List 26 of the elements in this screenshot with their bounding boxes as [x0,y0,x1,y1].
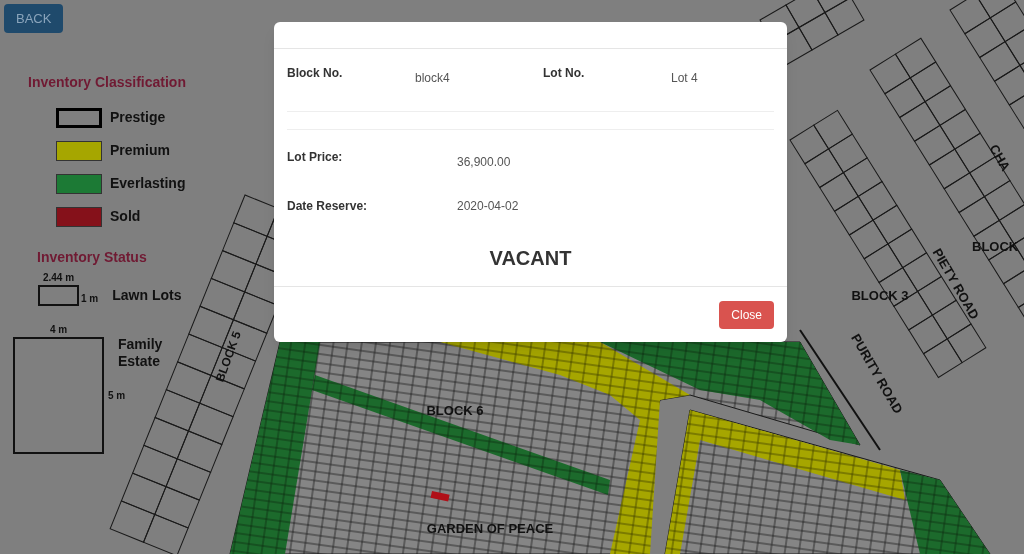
field-label: Date Reserve: [287,198,369,215]
lot-status: VACANT [489,246,572,271]
dimension-label: 5 m [108,389,127,403]
close-button[interactable]: Close [719,300,774,329]
legend-title: Inventory Classification [28,73,187,92]
map-label: BLOCK 6 [426,403,484,418]
dimension-label: 2.44 m [42,271,75,285]
field-label: Lot Price: [287,149,344,166]
map-label: GARDEN OF PEACE [426,521,554,536]
lawn-lot-rectangle [38,285,79,306]
field-label: Lot No. [543,65,586,82]
legend-label: Lawn Lots [112,286,182,305]
legend-label: Premium [110,141,170,160]
back-button[interactable]: BACK [4,4,64,33]
field-value: 2020-04-02 [457,198,519,215]
dimension-label: 1 m [81,292,99,306]
legend-label: Prestige [110,108,166,127]
legend-label: Everlasting [110,174,186,193]
legend-label: Family Estate [118,336,164,370]
field-label: Block No. [287,65,344,82]
field-value: 36,900.00 [457,154,511,171]
field-value: block4 [415,70,451,87]
dimension-label: 4 m [49,323,68,337]
legend-label: Sold [110,207,141,226]
legend-title: Inventory Status [37,248,148,267]
field-value: Lot 4 [671,70,699,87]
